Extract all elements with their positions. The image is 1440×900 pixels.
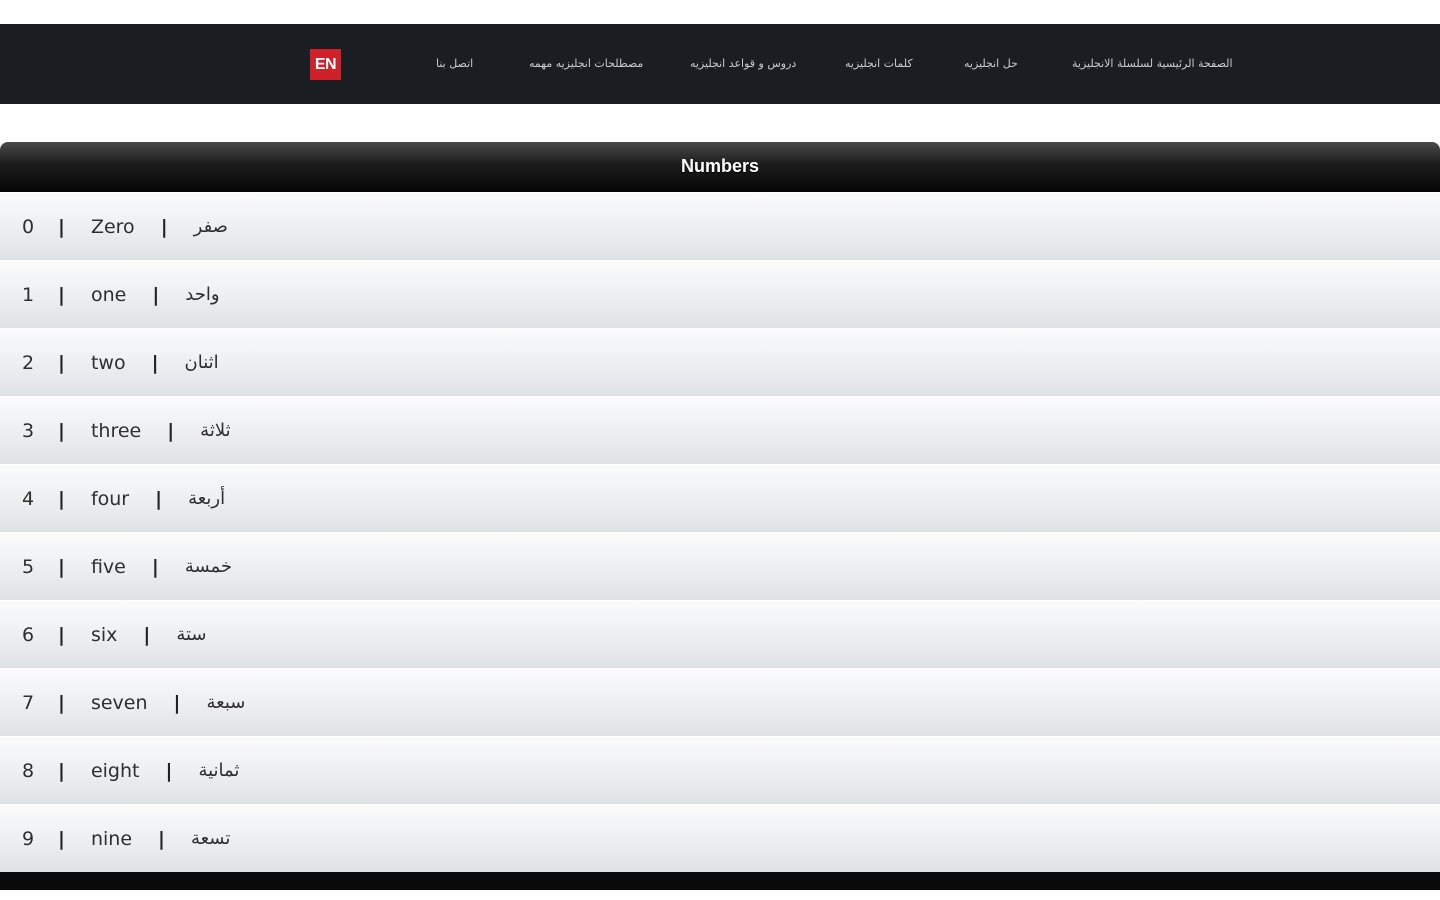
number-arabic: خمسة <box>184 556 233 577</box>
number-digit: 6 <box>22 623 35 646</box>
nav-item-solutions[interactable]: حل انجليزيه <box>964 24 1018 104</box>
separator: | <box>160 215 168 238</box>
number-english: three <box>90 419 142 442</box>
separator: | <box>58 419 65 442</box>
number-english: eight <box>90 759 140 782</box>
number-arabic: سبعة <box>206 692 246 713</box>
number-arabic: ثمانية <box>198 760 240 781</box>
number-english: nine <box>90 827 133 850</box>
number-english: seven <box>90 691 148 714</box>
number-digit: 7 <box>22 691 35 714</box>
spacer <box>0 104 1440 142</box>
nav-item-contact[interactable]: اتصل بنا <box>436 24 473 104</box>
number-english: five <box>90 555 126 578</box>
nav-item-words[interactable]: كلمات انجليزيه <box>845 24 913 104</box>
number-arabic: تسعة <box>190 828 231 849</box>
number-english: four <box>90 487 130 510</box>
separator: | <box>58 283 65 306</box>
number-digit: 5 <box>22 555 35 578</box>
separator: | <box>167 419 175 442</box>
list-item[interactable]: 9 | nine | تسعة <box>0 804 1440 872</box>
section-title: Numbers <box>680 156 760 176</box>
number-digit: 0 <box>22 215 35 238</box>
nav-item-home[interactable]: الصفحة الرئيسية لسلسلة الانجليزية <box>1072 24 1233 104</box>
number-digit: 3 <box>22 419 35 442</box>
list-item[interactable]: 2 | two | اثنان <box>0 328 1440 396</box>
list-item[interactable]: 6 | six | ستة <box>0 600 1440 668</box>
number-english: Zero <box>90 215 135 238</box>
top-navbar: EN الصفحة الرئيسية لسلسلة الانجليزية حل … <box>0 24 1440 104</box>
separator: | <box>143 623 151 646</box>
number-english: two <box>90 351 126 374</box>
separator: | <box>165 759 173 782</box>
separator: | <box>151 555 159 578</box>
number-digit: 8 <box>22 759 35 782</box>
separator: | <box>58 215 65 238</box>
numbers-list: 0 | Zero | صفر 1 | one | واحد 2 | two | … <box>0 192 1440 872</box>
number-arabic: صفر <box>193 216 228 237</box>
list-item[interactable]: 7 | seven | سبعة <box>0 668 1440 736</box>
list-item[interactable]: 5 | five | خمسة <box>0 532 1440 600</box>
number-arabic: واحد <box>185 284 220 305</box>
separator: | <box>58 691 65 714</box>
list-item[interactable]: 3 | three | ثلاثة <box>0 396 1440 464</box>
separator: | <box>158 827 165 850</box>
number-english: six <box>90 623 118 646</box>
number-arabic: ثلاثة <box>200 420 231 441</box>
section-header: Numbers <box>0 142 1440 192</box>
separator: | <box>155 487 163 510</box>
separator: | <box>58 555 65 578</box>
list-item[interactable]: 8 | eight | ثمانية <box>0 736 1440 804</box>
list-item[interactable]: 4 | four | أربعة <box>0 464 1440 532</box>
separator: | <box>58 759 65 782</box>
separator: | <box>58 623 65 646</box>
list-item[interactable]: 0 | Zero | صفر <box>0 192 1440 260</box>
nav-item-lessons[interactable]: دروس و قواعد انجليزيه <box>690 24 796 104</box>
number-arabic: اثنان <box>184 352 219 373</box>
en-logo[interactable]: EN <box>310 49 341 80</box>
list-item[interactable]: 1 | one | واحد <box>0 260 1440 328</box>
separator: | <box>58 827 65 850</box>
nav-item-terms[interactable]: مصطلحات انجليزيه مهمه <box>529 24 643 104</box>
separator: | <box>152 283 160 306</box>
number-arabic: أربعة <box>188 488 226 509</box>
separator: | <box>58 487 65 510</box>
number-digit: 1 <box>22 283 35 306</box>
number-english: one <box>90 283 127 306</box>
top-gap <box>0 0 1440 24</box>
separator: | <box>173 691 181 714</box>
number-digit: 4 <box>22 487 35 510</box>
separator: | <box>151 351 159 374</box>
bottom-bar <box>0 872 1440 890</box>
separator: | <box>58 351 65 374</box>
number-digit: 2 <box>22 351 35 374</box>
number-digit: 9 <box>22 827 35 850</box>
number-arabic: ستة <box>176 624 207 645</box>
